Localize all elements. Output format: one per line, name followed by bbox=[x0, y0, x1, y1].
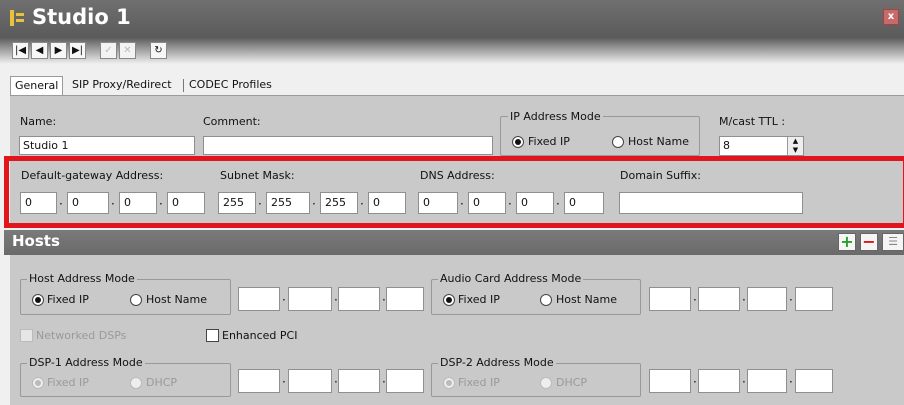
ip-dot: · bbox=[789, 293, 793, 307]
dsp1-ip-octet-1[interactable] bbox=[238, 369, 280, 393]
host-address-mode-legend: Host Address Mode bbox=[27, 272, 137, 285]
details-button[interactable]: ☰ bbox=[882, 233, 904, 251]
ip-dot: · bbox=[693, 375, 697, 389]
dsp2-ip-octet-4[interactable] bbox=[795, 369, 833, 393]
next-icon: ▶ bbox=[54, 45, 63, 56]
ip-mode-fixed-radio[interactable] bbox=[512, 136, 524, 148]
refresh-icon: ↻ bbox=[154, 45, 163, 56]
last-record-button[interactable]: ▶| bbox=[69, 42, 86, 59]
mcast-ttl-spinner[interactable]: ▲ ▼ bbox=[787, 137, 803, 155]
check-icon: ✓ bbox=[104, 45, 113, 56]
ip-dot: · bbox=[742, 375, 746, 389]
tab-sip-proxy[interactable]: SIP Proxy/Redirect bbox=[68, 76, 176, 95]
add-host-button[interactable]: + bbox=[838, 233, 856, 251]
list-icon: ☰ bbox=[888, 235, 898, 248]
enhanced-pci-label: Enhanced PCI bbox=[222, 329, 298, 342]
dsp2-fixed-label: Fixed IP bbox=[458, 376, 500, 389]
close-button[interactable]: x bbox=[883, 9, 899, 25]
previous-record-button[interactable]: ◀ bbox=[31, 42, 48, 59]
dsp2-address-mode-legend: DSP-2 Address Mode bbox=[438, 356, 556, 369]
tab-divider bbox=[183, 79, 184, 92]
remove-host-button[interactable]: − bbox=[860, 233, 878, 251]
audio-ip-octet-3[interactable] bbox=[747, 287, 787, 311]
ip-mode-fixed-label: Fixed IP bbox=[528, 135, 570, 148]
refresh-button[interactable]: ↻ bbox=[150, 42, 167, 59]
host-mode-fixed-radio[interactable] bbox=[32, 294, 44, 306]
dsp1-fixed-label: Fixed IP bbox=[47, 376, 89, 389]
dsp2-fixed-radio[interactable] bbox=[443, 377, 455, 389]
cancel-button[interactable]: ✕ bbox=[119, 42, 136, 59]
minus-icon: − bbox=[862, 232, 876, 251]
networked-dsps-checkbox[interactable] bbox=[20, 329, 33, 342]
host-mode-host-radio[interactable] bbox=[130, 294, 142, 306]
host-ip-octet-3[interactable] bbox=[338, 287, 380, 311]
last-icon: ▶| bbox=[71, 45, 84, 56]
audio-mode-fixed-label: Fixed IP bbox=[458, 293, 500, 306]
spin-up-icon: ▲ bbox=[792, 137, 799, 145]
tab-codec-profiles[interactable]: CODEC Profiles bbox=[185, 76, 276, 95]
highlight-box bbox=[4, 156, 904, 228]
spin-down-icon: ▼ bbox=[792, 146, 799, 154]
audio-mode-fixed-radio[interactable] bbox=[443, 294, 455, 306]
comment-field[interactable] bbox=[203, 136, 493, 155]
tree-icon bbox=[10, 10, 24, 26]
cross-icon: ✕ bbox=[123, 45, 132, 56]
networked-dsps-label: Networked DSPs bbox=[36, 329, 127, 342]
first-icon: |◀ bbox=[14, 45, 27, 56]
ip-dot: · bbox=[282, 293, 286, 307]
comment-label: Comment: bbox=[203, 115, 261, 128]
audio-ip-octet-2[interactable] bbox=[698, 287, 740, 311]
host-ip-octet-1[interactable] bbox=[238, 287, 280, 311]
prev-icon: ◀ bbox=[35, 45, 44, 56]
hosts-title: Hosts bbox=[12, 232, 60, 250]
audio-mode-host-label: Host Name bbox=[556, 293, 617, 306]
hosts-header bbox=[4, 230, 904, 255]
dsp2-ip-octet-2[interactable] bbox=[698, 369, 740, 393]
host-ip-octet-2[interactable] bbox=[288, 287, 332, 311]
audio-card-address-mode-legend: Audio Card Address Mode bbox=[438, 272, 584, 285]
window-title: Studio 1 bbox=[32, 5, 131, 29]
confirm-button[interactable]: ✓ bbox=[100, 42, 117, 59]
mcast-ttl-label: M/cast TTL : bbox=[719, 115, 786, 128]
audio-ip-octet-1[interactable] bbox=[649, 287, 691, 311]
audio-mode-host-radio[interactable] bbox=[540, 294, 552, 306]
host-mode-fixed-label: Fixed IP bbox=[47, 293, 89, 306]
tab-bar: General SIP Proxy/Redirect CODEC Profile… bbox=[10, 76, 310, 96]
dsp2-dhcp-label: DHCP bbox=[556, 376, 588, 389]
dsp1-address-mode-legend: DSP-1 Address Mode bbox=[27, 356, 145, 369]
name-field[interactable]: Studio 1 bbox=[19, 136, 195, 155]
dsp2-ip-octet-3[interactable] bbox=[747, 369, 787, 393]
dsp1-dhcp-radio[interactable] bbox=[130, 377, 142, 389]
dsp1-ip-octet-4[interactable] bbox=[386, 369, 424, 393]
next-record-button[interactable]: ▶ bbox=[50, 42, 67, 59]
dsp1-fixed-radio[interactable] bbox=[32, 377, 44, 389]
dsp1-ip-octet-2[interactable] bbox=[288, 369, 332, 393]
dsp2-ip-octet-1[interactable] bbox=[649, 369, 691, 393]
audio-ip-octet-4[interactable] bbox=[795, 287, 833, 311]
host-ip-octet-4[interactable] bbox=[386, 287, 424, 311]
dsp1-dhcp-label: DHCP bbox=[146, 376, 178, 389]
ip-dot: · bbox=[282, 375, 286, 389]
ip-mode-host-label: Host Name bbox=[628, 135, 689, 148]
ip-dot: · bbox=[789, 375, 793, 389]
enhanced-pci-checkbox[interactable] bbox=[206, 329, 219, 342]
tab-general[interactable]: General bbox=[10, 76, 64, 96]
plus-icon: + bbox=[840, 232, 854, 251]
dsp1-ip-octet-3[interactable] bbox=[338, 369, 380, 393]
ip-mode-host-radio[interactable] bbox=[612, 136, 624, 148]
host-mode-host-label: Host Name bbox=[146, 293, 207, 306]
ip-dot: · bbox=[742, 293, 746, 307]
title-bar bbox=[0, 0, 904, 38]
first-record-button[interactable]: |◀ bbox=[12, 42, 29, 59]
name-label: Name: bbox=[20, 115, 57, 128]
ip-dot: · bbox=[693, 293, 697, 307]
dsp2-dhcp-radio[interactable] bbox=[540, 377, 552, 389]
ip-address-mode-legend: IP Address Mode bbox=[508, 110, 603, 123]
